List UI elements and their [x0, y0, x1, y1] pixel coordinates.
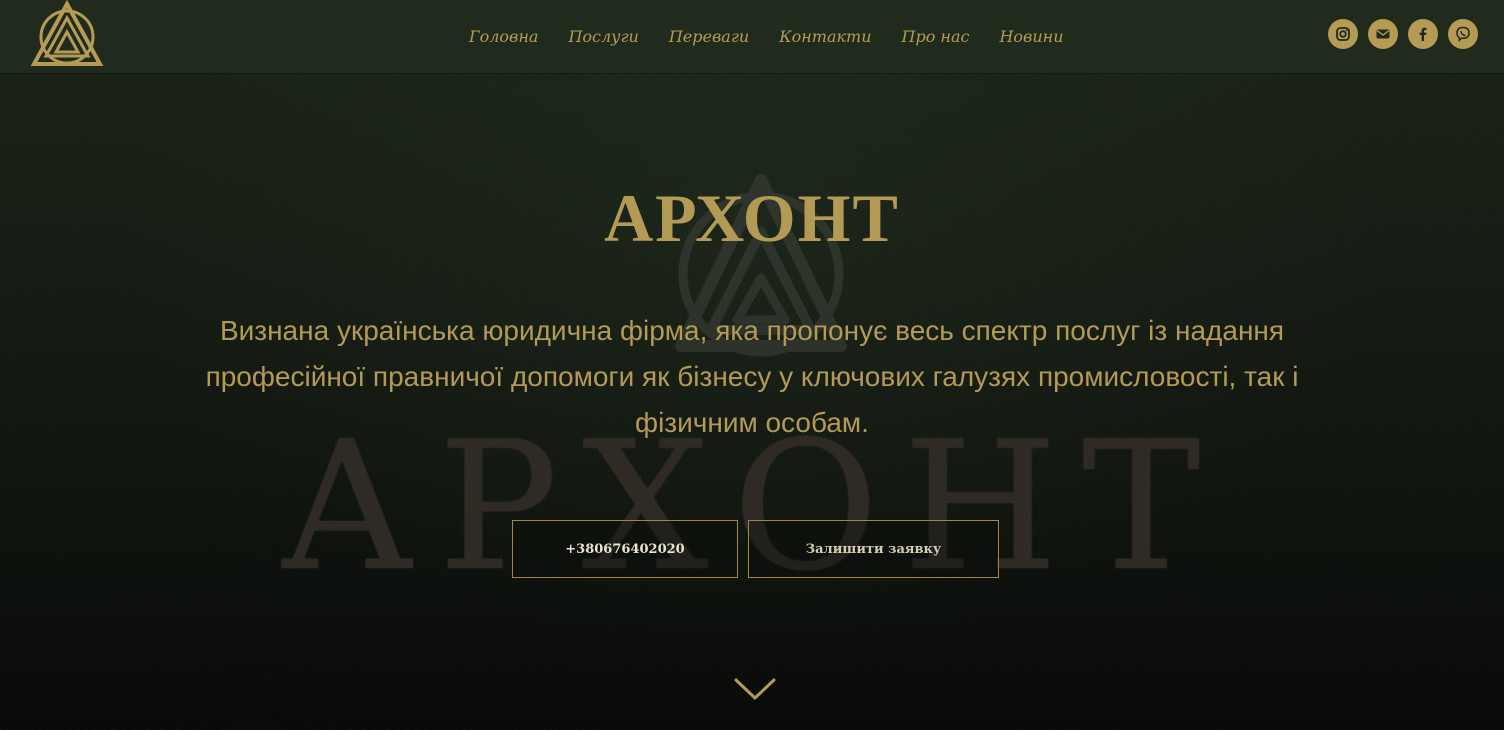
nav-item-contacts[interactable]: Контакти: [779, 27, 871, 46]
nav-item-advantages[interactable]: Переваги: [669, 27, 749, 46]
site-header: Головна Послуги Переваги Контакти Про на…: [0, 0, 1504, 74]
main-nav: Головна Послуги Переваги Контакти Про на…: [454, 0, 1079, 72]
nav-item-services[interactable]: Послуги: [568, 27, 638, 46]
phone-button[interactable]: +380676402020: [512, 520, 738, 578]
nav-item-news[interactable]: Новини: [999, 27, 1063, 46]
archont-emblem-logo-icon: [30, 0, 104, 66]
facebook-link[interactable]: [1408, 19, 1438, 49]
nav-item-home[interactable]: Головна: [469, 27, 538, 46]
mail-link[interactable]: [1368, 19, 1398, 49]
viber-icon: [1456, 26, 1470, 42]
mail-icon: [1376, 29, 1390, 39]
request-button[interactable]: Залишити заявку: [748, 520, 999, 578]
hero-description: Визнана українська юридична фірма, яка п…: [205, 315, 1299, 438]
facebook-icon: [1419, 27, 1427, 41]
hero-title: АРХОНТ: [604, 180, 900, 256]
viber-link[interactable]: [1448, 19, 1478, 49]
brand-logo[interactable]: [26, 0, 108, 72]
instagram-link[interactable]: [1328, 19, 1358, 49]
instagram-icon: [1336, 27, 1350, 41]
chevron-down-icon[interactable]: [733, 676, 777, 704]
nav-item-about[interactable]: Про нас: [902, 27, 970, 46]
social-links: [1318, 19, 1478, 49]
page: Головна Послуги Переваги Контакти Про на…: [0, 0, 1504, 730]
